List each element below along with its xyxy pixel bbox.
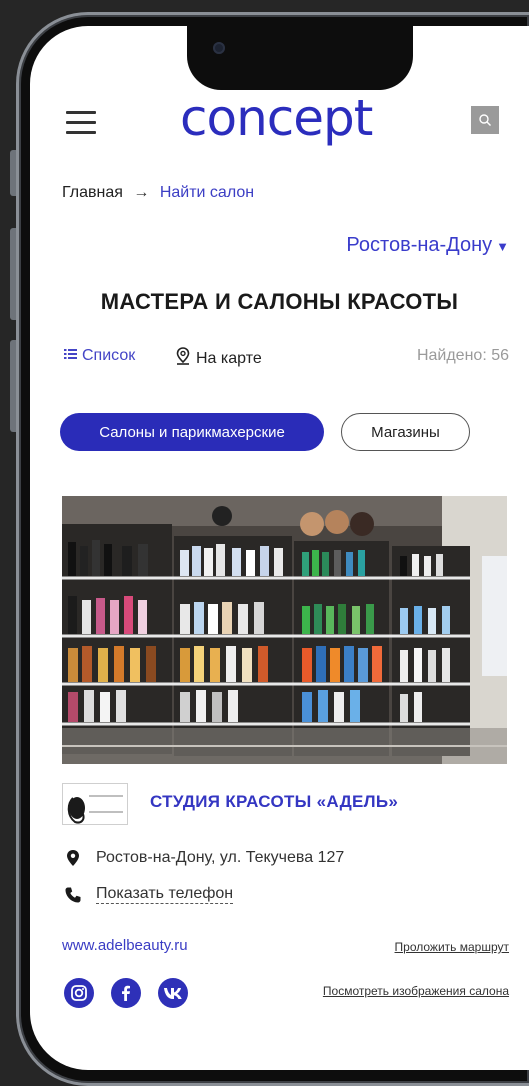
breadcrumb-current[interactable]: Найти салон [160, 184, 254, 201]
salon-logo [62, 783, 128, 825]
view-map-button[interactable]: На карте [176, 347, 262, 368]
phone-icon [65, 887, 81, 902]
location-pin-icon [67, 850, 79, 866]
page-title: МАСТЕРА И САЛОНЫ КРАСОТЫ [100, 289, 459, 314]
camera-icon [213, 42, 225, 54]
breadcrumb-arrow-icon: → [133, 184, 150, 201]
instagram-icon[interactable] [64, 978, 94, 1008]
brand-logo[interactable]: concept [180, 89, 373, 147]
filter-salons-button[interactable]: Салоны и парикмахерские [60, 413, 324, 451]
breadcrumb-home[interactable]: Главная [62, 184, 123, 201]
facebook-icon[interactable] [111, 978, 141, 1008]
salon-logo-image [63, 784, 127, 824]
caret-down-icon: ▼ [496, 239, 509, 254]
phone-notch [187, 26, 413, 90]
search-button[interactable] [471, 106, 499, 134]
salon-photo-illustration [62, 496, 507, 764]
view-list-label: Список [82, 347, 136, 364]
city-selector[interactable]: Ростов-на-Дону ▼ [346, 234, 509, 257]
salon-address-text: Ростов-на-Дону, ул. Текучева 127 [96, 849, 345, 866]
filter-shops-button[interactable]: Магазины [341, 413, 470, 451]
show-phone-link[interactable]: Показать телефон [96, 885, 234, 904]
map-pin-icon [176, 347, 190, 365]
breadcrumb: Главная → Найти салон [62, 184, 254, 202]
build-route-link[interactable]: Проложить маршрут [395, 940, 509, 954]
found-count: Найдено: 56 [416, 347, 509, 364]
view-map-label: На карте [196, 350, 262, 367]
hamburger-menu-icon[interactable] [66, 111, 96, 134]
salon-address: Ростов-на-Дону, ул. Текучева 127 [64, 849, 344, 867]
search-icon [479, 114, 491, 126]
salon-phone: Показать телефон [64, 885, 234, 904]
list-icon [64, 349, 77, 359]
salon-name-link[interactable]: СТУДИЯ КРАСОТЫ «АДЕЛЬ» [150, 792, 398, 812]
salon-photo[interactable] [62, 496, 507, 764]
city-selector-label: Ростов-на-Дону [346, 234, 493, 256]
view-list-button[interactable]: Список [64, 347, 135, 365]
view-salon-images-link[interactable]: Посмотреть изображения салона [323, 984, 509, 998]
phone-screen: concept Главная → Найти салон Ростов-на-… [30, 26, 529, 1070]
view-toggle-row: Список На карте Найдено: 56 [64, 347, 509, 369]
salon-website-link[interactable]: www.adelbeauty.ru [62, 937, 188, 954]
vk-icon[interactable] [158, 978, 188, 1008]
